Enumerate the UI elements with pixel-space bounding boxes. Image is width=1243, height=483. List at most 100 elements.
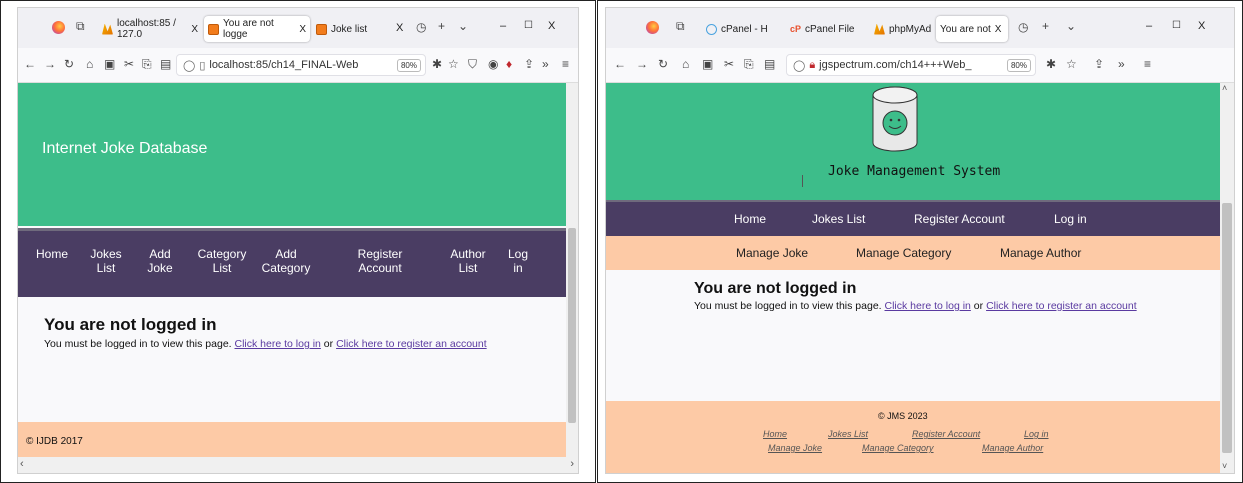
nav-item-register-account[interactable]: Register Account (914, 212, 1005, 226)
new-tab-icon[interactable]: + (438, 19, 445, 33)
save-page-icon[interactable]: ▣ (702, 57, 713, 71)
right-url-bar[interactable]: ◯ 🔒︎ jgspectrum.com/ch14+++Web_ 80% (786, 54, 1036, 76)
right-tab-cpanel-file[interactable]: cP cPanel File (786, 16, 866, 42)
register-link[interactable]: Click here to register an account (986, 300, 1137, 312)
tab-overview-icon[interactable]: ⧉ (76, 19, 85, 34)
share-icon[interactable]: ⇪ (1094, 57, 1104, 71)
footer-link-jokes-list[interactable]: Jokes List (828, 429, 868, 439)
copy-icon[interactable]: ⎘ (142, 57, 152, 72)
nav-item-add-category[interactable]: Add Category (254, 247, 318, 275)
footer-link-log-in[interactable]: Log in (1024, 429, 1049, 439)
tab-close-icon[interactable]: X (995, 24, 1002, 35)
nav-item-add-joke[interactable]: Add Joke (128, 247, 192, 275)
left-tab-not-logged-in[interactable]: You are not logge X (204, 16, 310, 42)
tab-overview-icon[interactable]: ⧉ (676, 19, 685, 34)
minimize-icon[interactable]: – (500, 20, 506, 32)
close-window-icon[interactable]: X (1198, 20, 1205, 32)
zoom-indicator[interactable]: 80% (396, 58, 421, 72)
scrollbar-thumb[interactable] (568, 228, 576, 423)
minimize-icon[interactable]: – (1146, 20, 1152, 32)
footer-link-manage-joke[interactable]: Manage Joke (768, 443, 822, 453)
forward-icon[interactable]: → (636, 57, 648, 71)
home-icon[interactable]: ⌂ (86, 57, 93, 71)
close-window-icon[interactable]: X (548, 20, 555, 32)
nav-item-category-list[interactable]: Category List (190, 247, 254, 275)
home-icon[interactable]: ⌂ (682, 57, 689, 71)
tab-close-icon[interactable]: X (191, 24, 198, 35)
right-tab-phpmyadmin[interactable]: phpMyAd (870, 16, 932, 42)
forward-icon[interactable]: → (44, 57, 56, 71)
paste-icon[interactable]: ▤ (764, 57, 775, 71)
reload-icon[interactable]: ↻ (658, 57, 668, 71)
bookmark-star-icon[interactable]: ☆ (1066, 57, 1077, 71)
left-tab-joke-list[interactable]: Joke list (312, 16, 396, 42)
pocket-icon[interactable]: ⛉ (468, 57, 477, 72)
overflow-chevron-icon[interactable]: » (1118, 57, 1125, 71)
nav-item-log-in[interactable]: Log in (486, 247, 550, 275)
extensions-icon[interactable]: ✱ (1046, 57, 1056, 71)
footer-link-register-account[interactable]: Register Account (912, 429, 980, 439)
scroll-down-icon[interactable]: ˅ (1222, 461, 1227, 471)
cut-icon[interactable]: ✂ (724, 57, 734, 71)
scroll-right-icon[interactable]: › (570, 458, 574, 470)
subnav-manage-category[interactable]: Manage Category (856, 246, 951, 260)
copy-icon[interactable]: ⎘ (744, 57, 754, 72)
overflow-chevron-icon[interactable]: » (542, 57, 549, 71)
footer-link-manage-author[interactable]: Manage Author (982, 443, 1043, 453)
history-icon[interactable]: ◷ (1018, 20, 1028, 34)
new-tab-icon[interactable]: + (1042, 19, 1049, 33)
menu-icon[interactable]: ≡ (562, 57, 569, 71)
subnav-manage-author[interactable]: Manage Author (1000, 246, 1081, 260)
login-link[interactable]: Click here to log in (885, 300, 971, 312)
left-tab-phpmyadmin[interactable]: localhost:85 / 127.0 X (98, 16, 202, 42)
scroll-up-icon[interactable]: ˄ (1222, 83, 1227, 93)
back-icon[interactable]: ← (24, 57, 36, 71)
footer-link-manage-category[interactable]: Manage Category (862, 443, 934, 453)
bookmark-star-icon[interactable]: ☆ (448, 57, 459, 71)
paste-icon[interactable]: ▤ (160, 57, 171, 71)
right-tab-not-logged-in[interactable]: You are not X (936, 16, 1008, 42)
reload-icon[interactable]: ↻ (64, 57, 74, 71)
nav-item-jokes-list[interactable]: Jokes List (812, 212, 865, 226)
login-link[interactable]: Click here to log in (235, 338, 321, 350)
tab-list-chevron-icon[interactable]: ⌄ (458, 19, 468, 33)
left-vertical-scrollbar[interactable] (566, 83, 578, 457)
subnav-manage-joke[interactable]: Manage Joke (736, 246, 808, 260)
left-tab-bar: ⧉ localhost:85 / 127.0 X You are not log… (18, 8, 578, 48)
nav-item-log-in[interactable]: Log in (1054, 212, 1087, 226)
menu-icon[interactable]: ≡ (1144, 57, 1151, 71)
firefox-icon[interactable] (646, 21, 659, 34)
tab-close-icon[interactable]: X (396, 22, 403, 34)
maximize-icon[interactable]: ☐ (1172, 20, 1181, 31)
left-url-bar[interactable]: ◯ ▯ localhost:85/ch14_FINAL-Web 80% (176, 54, 426, 76)
nav-item-home[interactable]: Home (734, 212, 766, 226)
history-icon[interactable]: ◷ (416, 20, 426, 34)
addon-icon[interactable]: ♦ (506, 57, 512, 71)
nav-item-register-account[interactable]: Register Account (348, 247, 412, 275)
left-horizontal-scrollbar[interactable]: ‹ › (18, 457, 578, 473)
scroll-left-icon[interactable]: ‹ (20, 458, 24, 470)
maximize-icon[interactable]: ☐ (524, 20, 533, 31)
ijdb-header: Internet Joke Database (18, 83, 566, 226)
scrollbar-thumb[interactable] (1222, 203, 1232, 453)
save-page-icon[interactable]: ▣ (104, 57, 115, 71)
shield-icon: ◯ (183, 59, 196, 72)
cut-icon[interactable]: ✂ (124, 57, 134, 71)
jms-main: You are not logged in You must be logged… (606, 270, 1220, 400)
nav-label: Account (358, 261, 402, 275)
extensions-icon[interactable]: ✱ (432, 57, 442, 71)
xampp-icon (874, 23, 885, 35)
page-heading: You are not logged in (694, 280, 857, 297)
register-link[interactable]: Click here to register an account (336, 338, 487, 350)
tab-list-chevron-icon[interactable]: ⌄ (1066, 19, 1076, 33)
account-icon[interactable]: ◉ (488, 57, 498, 71)
right-tab-cpanel[interactable]: cPanel - H (702, 16, 782, 42)
back-icon[interactable]: ← (614, 57, 626, 71)
footer-link-home[interactable]: Home (763, 429, 787, 439)
firefox-icon[interactable] (52, 21, 65, 34)
tab-close-icon[interactable]: X (299, 24, 306, 35)
zoom-indicator[interactable]: 80% (1006, 58, 1031, 72)
jms-subnav: Manage Joke Manage Category Manage Autho… (606, 236, 1220, 270)
right-vertical-scrollbar[interactable]: ˄ ˅ (1220, 83, 1234, 473)
share-icon[interactable]: ⇪ (524, 57, 534, 71)
